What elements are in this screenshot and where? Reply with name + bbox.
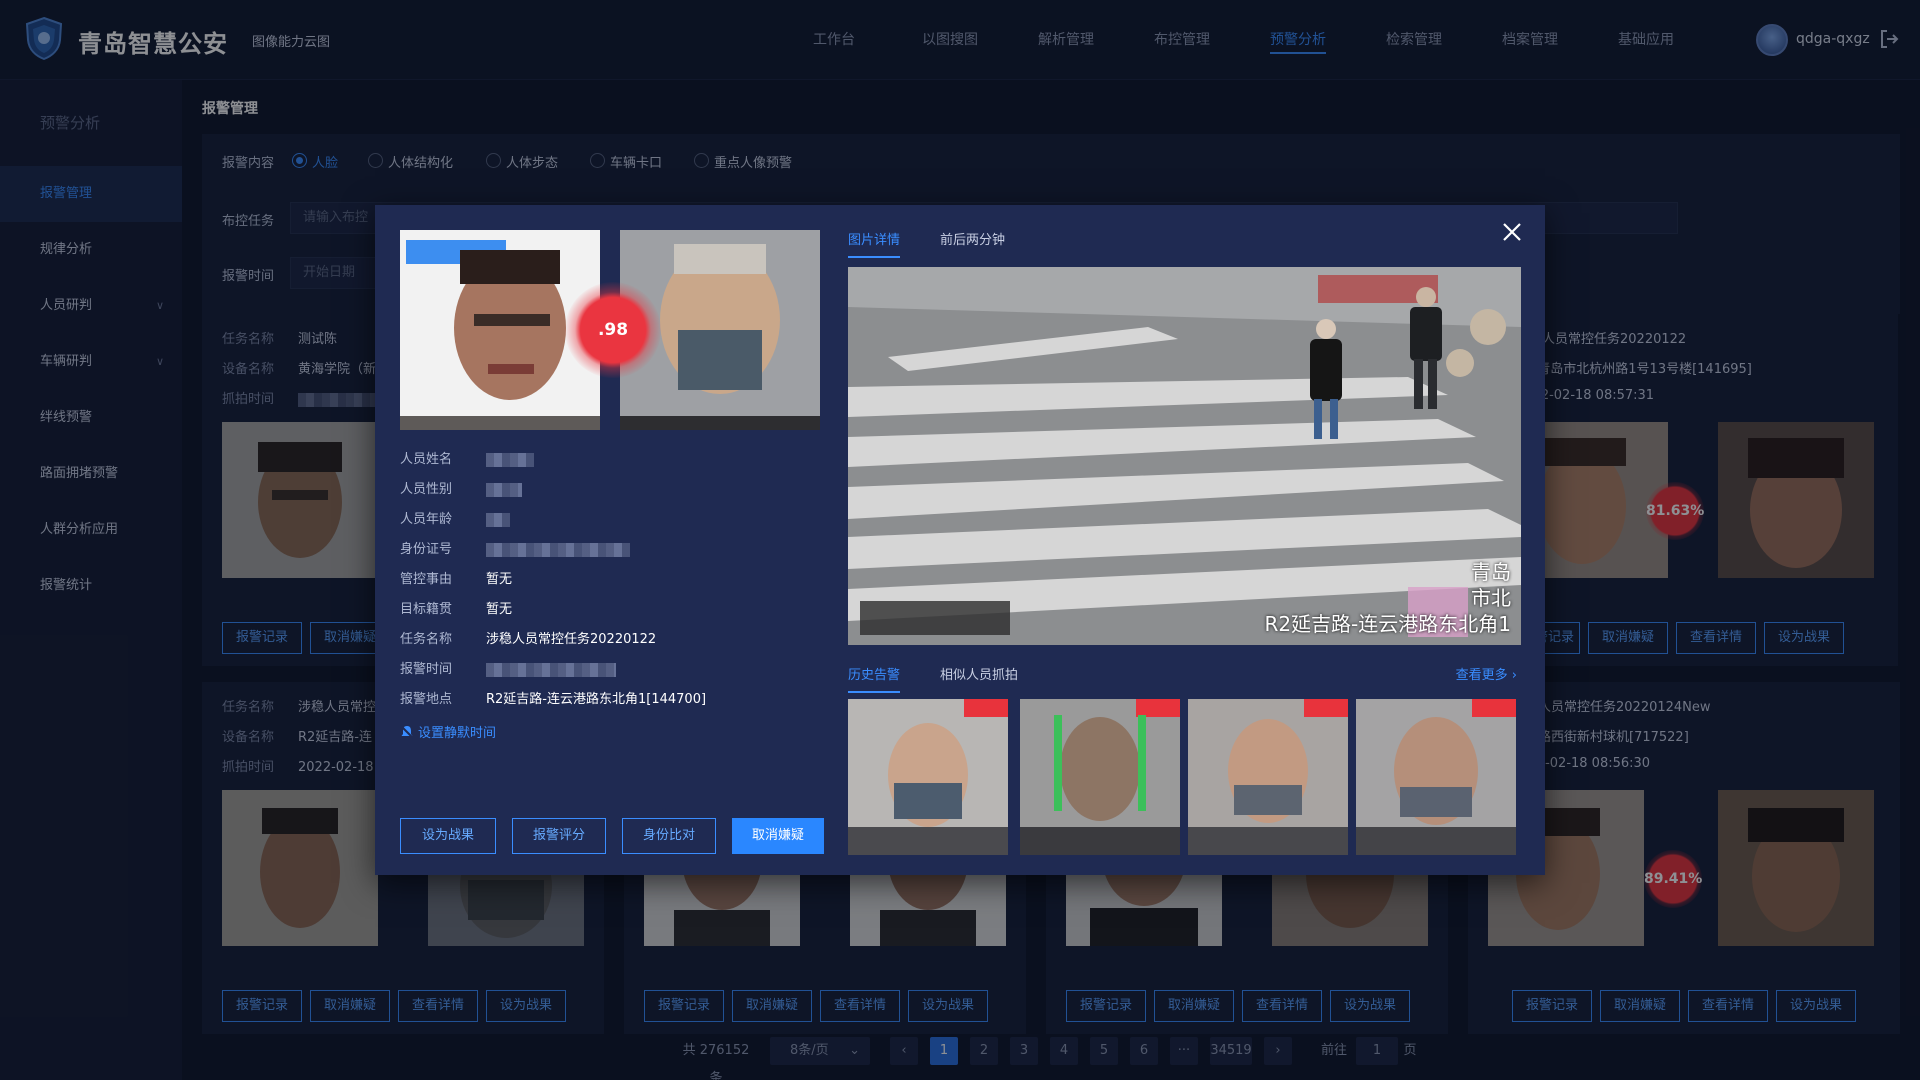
info-value-redacted — [486, 512, 510, 527]
alarm-detail-modal: .98 人员姓名 人员性别 人员年龄 身份证号 管控事由 暂无 目标籍贯 暂无 任务… — [375, 205, 1545, 875]
scene-caption-line: R2延吉路-连云港路东北角1 — [1264, 612, 1511, 636]
info-row: 人员姓名 — [400, 448, 534, 467]
scene-image[interactable]: 青岛 市北 R2延吉路-连云港路东北角1 — [848, 267, 1521, 645]
history-thumbnail[interactable] — [1356, 699, 1516, 855]
bell-off-icon — [400, 725, 414, 739]
info-label: 人员年龄 — [400, 512, 453, 527]
history-thumbnail[interactable] — [1188, 699, 1348, 855]
info-value: 涉稳人员常控任务20220122 — [486, 632, 657, 647]
set-mute-time-link[interactable]: 设置静默时间 — [400, 722, 496, 741]
history-thumbnail[interactable] — [1020, 699, 1180, 855]
tab-history-alerts[interactable]: 历史告警 — [848, 664, 901, 693]
view-more-label: 查看更多 — [1455, 668, 1508, 683]
tab-two-minutes[interactable]: 前后两分钟 — [940, 229, 1005, 258]
info-value-redacted — [486, 662, 616, 677]
view-more-link[interactable]: 查看更多 › — [1456, 664, 1517, 683]
info-label: 管控事由 — [400, 572, 453, 587]
info-value: 暂无 — [486, 602, 513, 617]
info-label: 任务名称 — [400, 632, 453, 647]
info-row: 任务名称 涉稳人员常控任务20220122 — [400, 628, 656, 647]
cancel-suspicion-button[interactable]: 取消嫌疑 — [732, 818, 824, 854]
modal-button-group: 设为战果 报警评分 身份比对 取消嫌疑 — [400, 818, 824, 854]
info-label: 人员性别 — [400, 482, 453, 497]
info-row: 目标籍贯 暂无 — [400, 598, 512, 617]
info-value-redacted — [486, 542, 630, 557]
tab-image-details[interactable]: 图片详情 — [848, 229, 901, 258]
history-tabs: 历史告警 相似人员抓拍 — [848, 664, 1018, 693]
info-value: R2延吉路-连云港路东北角1[144700] — [486, 692, 707, 707]
identity-compare-button[interactable]: 身份比对 — [622, 818, 716, 854]
set-mute-time-label: 设置静默时间 — [418, 726, 497, 741]
tab-similar-captures[interactable]: 相似人员抓拍 — [940, 664, 1018, 693]
info-row: 报警地点 R2延吉路-连云港路东北角1[144700] — [400, 688, 706, 707]
scene-caption-line: 青岛 — [1471, 560, 1511, 584]
close-icon[interactable] — [1499, 219, 1525, 245]
similarity-score-badge: .98 — [565, 282, 661, 378]
info-value-redacted — [486, 482, 522, 497]
chevron-right-icon: › — [1511, 668, 1517, 683]
info-row: 身份证号 — [400, 538, 630, 557]
info-label: 报警地点 — [400, 692, 453, 707]
history-thumbnail[interactable] — [848, 699, 1008, 855]
info-label: 目标籍贯 — [400, 602, 453, 617]
alarm-rating-button[interactable]: 报警评分 — [512, 818, 606, 854]
info-row: 人员性别 — [400, 478, 522, 497]
set-as-result-button[interactable]: 设为战果 — [400, 818, 496, 854]
info-value-redacted — [486, 452, 534, 467]
info-label: 报警时间 — [400, 662, 453, 677]
info-label: 身份证号 — [400, 542, 453, 557]
scene-caption: 青岛 市北 R2延吉路-连云港路东北角1 — [1264, 559, 1511, 637]
info-row: 人员年龄 — [400, 508, 510, 527]
scene-caption-line: 市北 — [1471, 586, 1511, 610]
info-row: 报警时间 — [400, 658, 616, 677]
info-value: 暂无 — [486, 572, 513, 587]
image-tabs: 图片详情 前后两分钟 — [848, 229, 1005, 258]
info-label: 人员姓名 — [400, 452, 453, 467]
info-row: 管控事由 暂无 — [400, 568, 512, 587]
